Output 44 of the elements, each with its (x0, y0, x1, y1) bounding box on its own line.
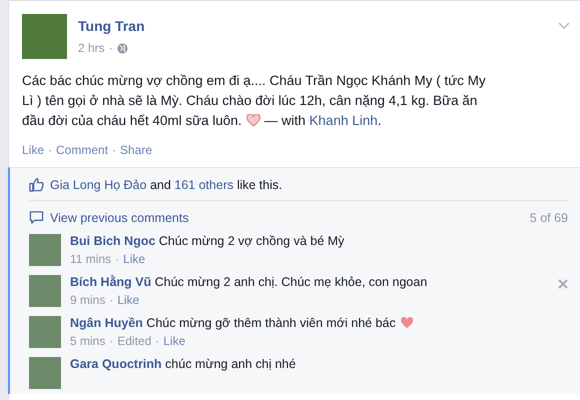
comment-count: 5 of 69 (530, 210, 568, 224)
separator: · (115, 252, 120, 266)
commenter-name-link[interactable]: Bích Hằng Vũ (70, 275, 152, 289)
chevron-down-icon[interactable] (558, 22, 570, 30)
post-action-link[interactable]: Comment (56, 143, 108, 157)
avatar-photo-placeholder (29, 357, 61, 389)
separator: · (112, 143, 116, 157)
speech-bubble-icon (29, 210, 44, 225)
comment-meta: Edited (117, 334, 152, 348)
thumbs-up-icon (29, 177, 44, 192)
author-name[interactable]: Tung Tran (78, 18, 145, 34)
close-icon[interactable] (558, 279, 568, 289)
like-link[interactable]: Like (123, 252, 146, 266)
comment-text: Ngân Huyền Chúc mừng gỡ thêm thành viên mới nhé bác (70, 316, 396, 330)
commenter-name-link[interactable]: Ngân Huyền (70, 316, 143, 330)
commenter-name-link[interactable]: Gara Quoctrinh (70, 357, 162, 371)
comment-text: Gara Quoctrinh chúc mừng anh chị nhé (70, 357, 296, 371)
avatar-photo-placeholder (29, 316, 61, 348)
avatar-photo-placeholder (29, 234, 61, 266)
post-time: 2 hrs (78, 41, 105, 55)
comment-meta: 9 mins (70, 293, 106, 307)
liker-name-link[interactable]: Gia Long Họ Đảo (50, 178, 147, 192)
avatar-photo-placeholder (29, 275, 61, 307)
comment-meta: 11 mins (70, 252, 112, 266)
comment-text: Bui Bich Ngoc Chúc mừng 2 vợ chồng và bé Mỳ (70, 234, 344, 248)
like-link[interactable]: Like (163, 334, 186, 348)
separator: · (48, 143, 52, 157)
separator: · (155, 334, 160, 348)
like-link[interactable]: Like (117, 293, 140, 307)
view-previous-comments-link[interactable]: View previous comments (50, 210, 524, 224)
post-text: Các bác chúc mừng vợ chồng em đi ạ.... Cháu Trần Ngọc Khánh My ( tức My Lì ) tên gọi ở nhà sẽ là Mỳ. Cháu chào đời lúc 12h, cân nặng 4,1 kg. Bữa ăn đầu đời của cháu hết 40ml sữa luôn. — with Khanh Linh. (22, 72, 487, 130)
tagged-friend-link[interactable]: Khanh Linh (309, 113, 378, 128)
post-action-link[interactable]: Share (120, 143, 152, 157)
post-action-link[interactable]: Like (22, 143, 44, 157)
separator: · (109, 293, 114, 307)
others-link[interactable]: 161 others (174, 178, 234, 192)
comment-meta: 5 mins (70, 334, 106, 348)
heart-icon (246, 114, 261, 127)
likes-summary: Gia Long Họ Đảo and 161 others like this. (50, 178, 282, 192)
avatar-photo-placeholder (22, 14, 67, 59)
commenter-name-link[interactable]: Bui Bich Ngoc (70, 234, 156, 248)
comment-text: Bích Hằng Vũ Chúc mừng 2 anh chị. Chúc mẹ khỏe, con ngoan (70, 275, 428, 289)
separator: · (108, 41, 113, 55)
separator: · (109, 334, 114, 348)
